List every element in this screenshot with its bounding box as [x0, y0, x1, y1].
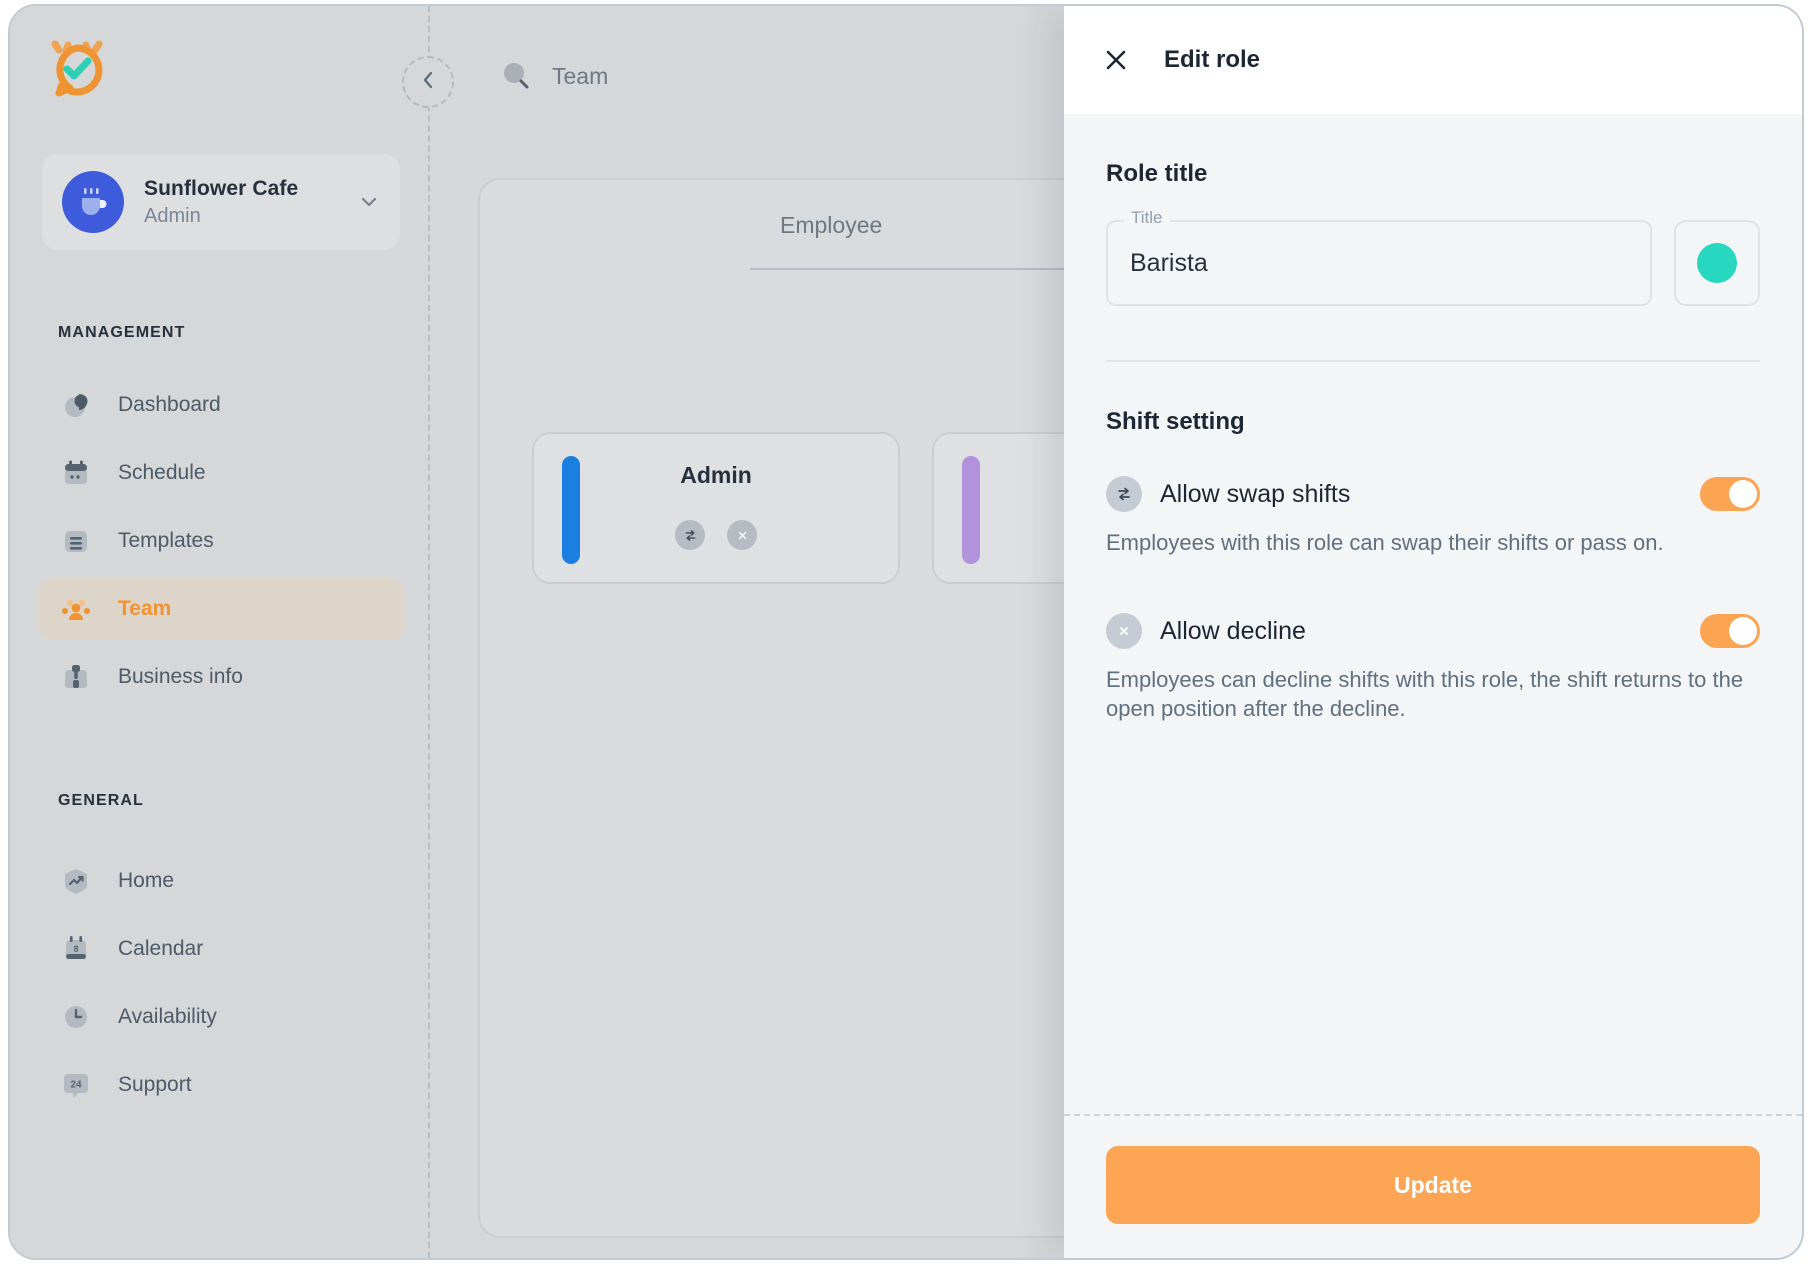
org-name: Sunflower Cafe: [144, 177, 358, 201]
setting-allow-swap-shifts: Allow swap shifts Employees with this ro…: [1106, 476, 1760, 557]
role-card[interactable]: Admin: [532, 432, 900, 584]
breadcrumb[interactable]: Team: [496, 56, 608, 96]
sidebar-item-label: Schedule: [118, 461, 206, 485]
sidebar-item-label: Dashboard: [118, 393, 221, 417]
org-role: Admin: [144, 205, 358, 228]
chevron-left-icon: [416, 68, 440, 97]
svg-text:8: 8: [73, 944, 78, 954]
setting-label: Allow decline: [1160, 617, 1700, 646]
breadcrumb-label: Team: [552, 63, 608, 90]
sidebar-item-availability[interactable]: Availability: [38, 986, 404, 1048]
sidebar-item-calendar[interactable]: 8 Calendar: [38, 918, 404, 980]
setting-label: Allow swap shifts: [1160, 480, 1700, 509]
role-title-row: Barista Title: [1106, 220, 1760, 306]
search-icon: [496, 56, 536, 96]
tab-employee[interactable]: Employee: [780, 212, 882, 239]
panel-title: Edit role: [1164, 46, 1260, 74]
sidebar-item-templates[interactable]: Templates: [38, 510, 404, 572]
org-switcher[interactable]: Sunflower Cafe Admin: [42, 154, 400, 250]
trend-up-icon: [60, 865, 92, 897]
sidebar-item-label: Home: [118, 869, 174, 893]
sidebar-item-schedule[interactable]: Schedule: [38, 442, 404, 504]
sidebar-item-team[interactable]: Team: [38, 578, 404, 640]
role-title-field: Barista Title: [1106, 220, 1652, 306]
shift-setting-heading: Shift setting: [1106, 408, 1760, 436]
setting-row: Allow decline: [1106, 613, 1760, 649]
toggle-knob: [1729, 480, 1757, 508]
sidebar-item-label: Team: [118, 597, 171, 621]
close-icon[interactable]: [1098, 42, 1134, 78]
org-text: Sunflower Cafe Admin: [144, 177, 358, 228]
color-dot-icon: [1697, 243, 1737, 283]
coffee-cup-icon: [62, 171, 124, 233]
swap-icon: [1106, 476, 1142, 512]
sidebar-item-business-info[interactable]: Business info: [38, 646, 404, 708]
tab-label: Employee: [780, 212, 882, 238]
sidebar-divider: [428, 6, 430, 1258]
nav-section-management: MANAGEMENT: [58, 324, 185, 342]
sidebar-item-support[interactable]: 24 Support: [38, 1054, 404, 1116]
role-title-heading: Role title: [1106, 160, 1760, 188]
update-button[interactable]: Update: [1106, 1146, 1760, 1224]
toggle-knob: [1729, 617, 1757, 645]
close-circle-icon: [1106, 613, 1142, 649]
app-window: Sunflower Cafe Admin MANAGEMENT Dashboar…: [8, 4, 1804, 1260]
calendar-day-icon: 8: [60, 933, 92, 965]
title-input[interactable]: Barista: [1106, 220, 1652, 306]
chevron-down-icon[interactable]: [358, 191, 380, 213]
role-color-bar: [962, 456, 980, 564]
sidebar-item-label: Support: [118, 1073, 192, 1097]
title-input-value: Barista: [1130, 249, 1208, 278]
section-divider: [1106, 360, 1760, 362]
setting-allow-decline: Allow decline Employees can decline shif…: [1106, 613, 1760, 723]
role-color-swatch-button[interactable]: [1674, 220, 1760, 306]
setting-row: Allow swap shifts: [1106, 476, 1760, 512]
setting-description: Employees with this role can swap their …: [1106, 528, 1746, 557]
calendar-icon: [60, 457, 92, 489]
close-circle-icon[interactable]: [727, 520, 757, 550]
pie-chart-icon: [60, 389, 92, 421]
sidebar-collapse-button[interactable]: [402, 56, 454, 108]
sidebar-item-label: Templates: [118, 529, 214, 553]
panel-body: Role title Barista Title Shift setting: [1064, 114, 1802, 1114]
role-card-actions: [534, 520, 898, 550]
sidebar-item-label: Business info: [118, 665, 243, 689]
sidebar-item-home[interactable]: Home: [38, 850, 404, 912]
allow-decline-toggle[interactable]: [1700, 614, 1760, 648]
panel-footer: Update: [1064, 1114, 1802, 1258]
sidebar-item-label: Calendar: [118, 937, 203, 961]
app-logo-icon: [46, 38, 108, 100]
sidebar-item-dashboard[interactable]: Dashboard: [38, 374, 404, 436]
briefcase-icon: [60, 661, 92, 693]
sidebar: Sunflower Cafe Admin MANAGEMENT Dashboar…: [10, 6, 428, 1258]
svg-text:24: 24: [70, 1080, 82, 1091]
nav-section-general: GENERAL: [58, 792, 144, 810]
swap-icon[interactable]: [675, 520, 705, 550]
clock-icon: [60, 1001, 92, 1033]
title-input-label: Title: [1124, 208, 1170, 228]
edit-role-panel: Edit role Role title Barista Title Shift…: [1064, 6, 1802, 1258]
sidebar-item-label: Availability: [118, 1005, 217, 1029]
support-24-icon: 24: [60, 1069, 92, 1101]
setting-description: Employees can decline shifts with this r…: [1106, 665, 1746, 723]
allow-swap-shifts-toggle[interactable]: [1700, 477, 1760, 511]
role-card-name: Admin: [534, 462, 898, 489]
people-icon: [60, 593, 92, 625]
panel-header: Edit role: [1064, 6, 1802, 114]
list-icon: [60, 525, 92, 557]
